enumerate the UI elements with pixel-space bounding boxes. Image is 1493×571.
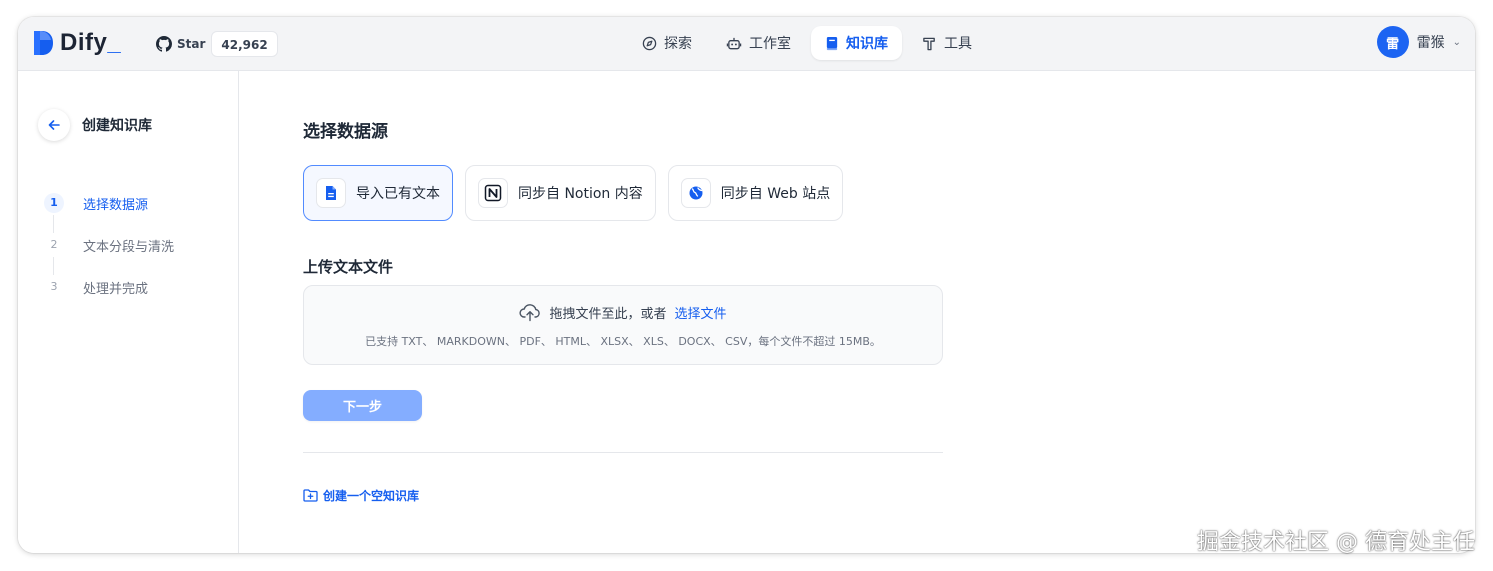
step-number: 2 bbox=[44, 235, 64, 255]
github-icon bbox=[156, 36, 172, 52]
nav-tools-label: 工具 bbox=[944, 36, 972, 52]
next-button[interactable]: 下一步 bbox=[303, 390, 422, 421]
main-nav: 探索 工作室 知识库 工具 bbox=[628, 26, 986, 60]
step-label: 处理并完成 bbox=[83, 281, 149, 297]
source-label: 同步自 Notion 内容 bbox=[518, 186, 643, 202]
user-menu[interactable]: 雷 雷猴 ⌄ bbox=[1376, 26, 1461, 58]
upload-cloud-icon bbox=[519, 304, 541, 322]
source-label: 导入已有文本 bbox=[356, 186, 440, 202]
user-name: 雷猴 bbox=[1416, 35, 1445, 51]
choose-file-link[interactable]: 选择文件 bbox=[675, 303, 727, 322]
app-window: Dify_ Star 42,962 探索 工作室 知识库 工具 雷 雷猴 ⌄ 创… bbox=[18, 17, 1475, 553]
page-title: 选择数据源 bbox=[303, 122, 388, 142]
divider bbox=[303, 452, 943, 453]
nav-tools[interactable]: 工具 bbox=[908, 26, 986, 60]
chevron-down-icon: ⌄ bbox=[1452, 36, 1461, 48]
step-item-2: 2 文本分段与清洗 bbox=[44, 235, 175, 275]
step-item-1: 1 选择数据源 bbox=[44, 193, 174, 233]
github-star-button[interactable]: Star bbox=[150, 30, 211, 58]
step-connector bbox=[53, 215, 54, 233]
book-icon bbox=[826, 36, 838, 50]
file-dropzone[interactable]: 拖拽文件至此，或者 选择文件 已支持 TXT、 MARKDOWN、 PDF、 H… bbox=[303, 285, 943, 365]
back-button[interactable] bbox=[38, 109, 70, 141]
dropzone-prompt: 拖拽文件至此，或者 bbox=[549, 306, 667, 322]
avatar[interactable]: 雷 bbox=[1376, 26, 1409, 58]
nav-explore-label: 探索 bbox=[664, 36, 692, 52]
step-connector bbox=[53, 257, 54, 275]
github-star-count[interactable]: 42,962 bbox=[211, 31, 278, 57]
source-import-text[interactable]: 导入已有文本 bbox=[303, 165, 453, 221]
step-label: 文本分段与清洗 bbox=[83, 239, 175, 255]
github-star-label: Star bbox=[177, 37, 206, 51]
step-item-3: 3 处理并完成 bbox=[44, 277, 174, 297]
steps-sidebar: 创建知识库 1 选择数据源 2 文本分段与清洗 3 处理并完成 bbox=[18, 71, 239, 553]
logo-text: Dify_ bbox=[60, 29, 122, 56]
file-icon bbox=[316, 178, 346, 208]
step-label: 选择数据源 bbox=[83, 197, 149, 213]
notion-icon bbox=[478, 178, 508, 208]
github-star[interactable]: Star 42,962 bbox=[150, 30, 278, 58]
step-number: 1 bbox=[44, 193, 64, 213]
top-header: Dify_ Star 42,962 探索 工作室 知识库 工具 雷 雷猴 ⌄ bbox=[18, 17, 1475, 71]
source-label: 同步自 Web 站点 bbox=[720, 186, 831, 202]
source-notion[interactable]: 同步自 Notion 内容 bbox=[465, 165, 656, 221]
dropzone-hint: 已支持 TXT、 MARKDOWN、 PDF、 HTML、 XLSX、 XLS、… bbox=[365, 335, 881, 348]
robot-icon bbox=[726, 37, 742, 49]
create-empty-knowledge-link[interactable]: 创建一个空知识库 bbox=[303, 487, 419, 504]
nav-knowledge-label: 知识库 bbox=[846, 36, 888, 52]
step-list: 1 选择数据源 2 文本分段与清洗 3 处理并完成 bbox=[44, 193, 174, 319]
step-number: 3 bbox=[44, 277, 64, 297]
dify-logo[interactable]: Dify_ bbox=[32, 29, 121, 57]
source-web[interactable]: 同步自 Web 站点 bbox=[667, 165, 844, 221]
main-content: 选择数据源 导入已有文本 同步自 Notion 内容 同步自 Web 站点 上传… bbox=[303, 71, 1475, 553]
nav-studio-label: 工作室 bbox=[749, 36, 791, 52]
arrow-left-icon bbox=[48, 120, 60, 130]
upload-section-title: 上传文本文件 bbox=[303, 258, 394, 276]
sidebar-title: 创建知识库 bbox=[82, 118, 152, 134]
create-empty-knowledge-label: 创建一个空知识库 bbox=[323, 489, 420, 503]
compass-icon bbox=[642, 36, 657, 50]
dify-logo-icon bbox=[34, 31, 53, 55]
back-header: 创建知识库 bbox=[38, 109, 152, 141]
data-source-options: 导入已有文本 同步自 Notion 内容 同步自 Web 站点 bbox=[303, 165, 844, 221]
nav-knowledge[interactable]: 知识库 bbox=[811, 26, 902, 60]
dropzone-prompt-line: 拖拽文件至此，或者 选择文件 bbox=[304, 302, 942, 322]
nav-studio[interactable]: 工作室 bbox=[712, 26, 805, 60]
folder-plus-icon bbox=[303, 489, 318, 502]
nav-explore[interactable]: 探索 bbox=[628, 26, 706, 60]
watermark-text: 掘金技术社区 @ 德育处主任 bbox=[1197, 530, 1475, 555]
hammer-icon bbox=[923, 37, 935, 50]
globe-icon bbox=[680, 178, 711, 208]
